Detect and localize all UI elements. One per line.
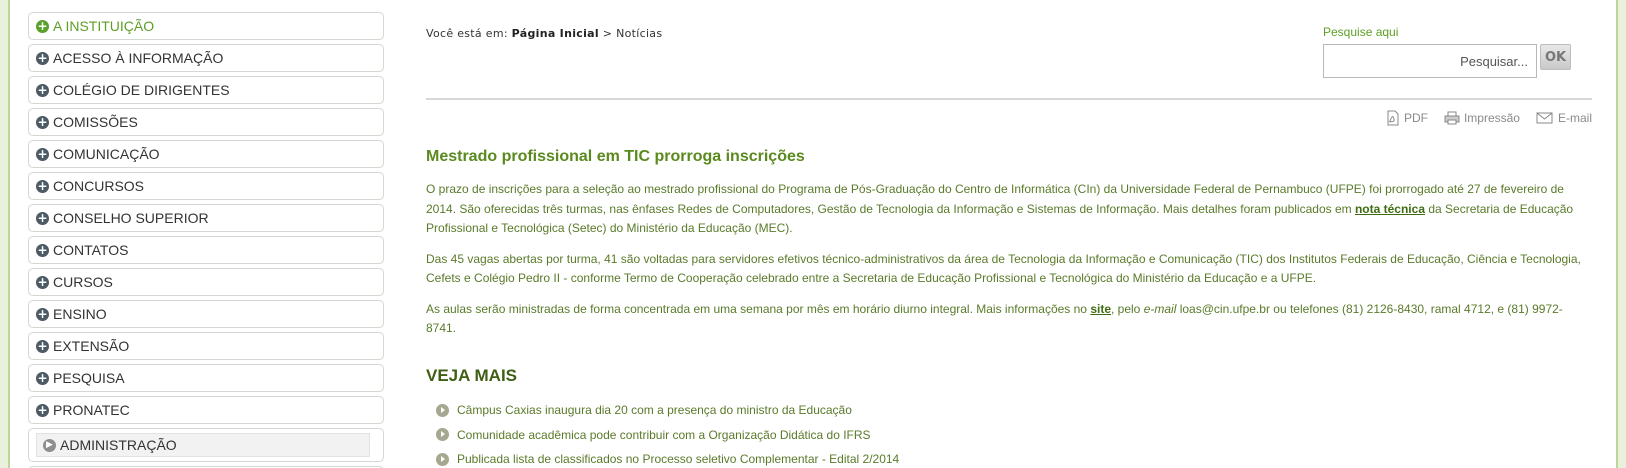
breadcrumb-home-link[interactable]: Página Inicial: [512, 27, 599, 40]
article-text: As aulas serão ministradas de forma conc…: [426, 301, 1091, 316]
article-text: , pelo: [1111, 301, 1144, 316]
sidebar-item-label: ACESSO À INFORMAÇÃO: [53, 50, 224, 66]
sidebar-item-cursos[interactable]: + CURSOS: [28, 268, 384, 296]
veja-mais-title: VEJA MAIS: [426, 366, 518, 385]
plus-circle-icon: +: [36, 274, 49, 289]
sidebar-item-label: COLÉGIO DE DIRIGENTES: [53, 82, 230, 98]
plus-circle-icon: +: [36, 370, 49, 385]
main-content: Você está em: Página Inicial > Notícias …: [426, 0, 1592, 468]
sidebar-item-a-instituicao[interactable]: + A INSTITUIÇÃO: [28, 12, 384, 40]
article-paragraph-2: Das 45 vagas abertas por turma, 41 são v…: [426, 251, 1581, 286]
arrow-bullet-icon: [436, 403, 449, 417]
header-divider: [426, 98, 1592, 100]
arrow-bullet-icon: [436, 452, 449, 466]
veja-mais-list: Câmpus Caxias inaugura dia 20 com a pres…: [436, 398, 899, 468]
sidebar-item-label: COMISSÕES: [53, 114, 138, 130]
plus-circle-icon: +: [36, 178, 49, 193]
sidebar-item-label: EXTENSÃO: [53, 338, 130, 354]
breadcrumb: Você está em: Página Inicial > Notícias: [426, 27, 662, 40]
plus-circle-icon: +: [36, 114, 49, 129]
sidebar-item-label: CURSOS: [53, 274, 113, 290]
pdf-label: PDF: [1403, 111, 1428, 125]
plus-circle-icon: +: [36, 242, 49, 257]
sidebar-item-comunicacao[interactable]: + COMUNICAÇÃO: [28, 140, 384, 168]
plus-circle-icon: +: [36, 338, 49, 353]
plus-circle-icon: +: [36, 402, 49, 417]
sidebar-item-label: A INSTITUIÇÃO: [53, 18, 155, 34]
sidebar-item-contatos[interactable]: + CONTATOS: [28, 236, 384, 264]
sidebar-menu: + A INSTITUIÇÃO + ACESSO À INFORMAÇÃO + …: [28, 12, 384, 468]
site-link[interactable]: site: [1090, 302, 1111, 316]
search-ok-button[interactable]: OK: [1540, 44, 1571, 70]
plus-circle-icon: +: [36, 146, 49, 161]
email-link[interactable]: E-mail: [1536, 110, 1592, 126]
plus-circle-icon: +: [36, 82, 49, 97]
plus-circle-icon: +: [36, 50, 49, 65]
sidebar-item-label: CONTATOS: [53, 242, 129, 258]
sidebar-item-comissoes[interactable]: + COMISSÕES: [28, 108, 384, 136]
sidebar-item-label: COMUNICAÇÃO: [53, 146, 160, 162]
sidebar-item-administracao[interactable]: ▶ ADMINISTRAÇÃO: [28, 428, 384, 462]
sidebar-item-label: PRONATEC: [53, 402, 130, 418]
nota-tecnica-link[interactable]: nota técnica: [1355, 202, 1425, 216]
breadcrumb-prefix: Você está em:: [426, 27, 508, 40]
article-paragraph-1: O prazo de inscrições para a seleção ao …: [426, 180, 1592, 239]
breadcrumb-current: Notícias: [616, 27, 663, 40]
sidebar-item-label: CONSELHO SUPERIOR: [53, 210, 209, 226]
veja-mais-item[interactable]: Câmpus Caxias inaugura dia 20 com a pres…: [436, 398, 899, 423]
veja-mais-item-label: Publicada lista de classificados no Proc…: [457, 452, 900, 467]
email-label: E-mail: [1557, 111, 1592, 125]
sidebar-item-ensino[interactable]: + ENSINO: [28, 300, 384, 328]
sidebar-item-concursos[interactable]: + CONCURSOS: [28, 172, 384, 200]
sidebar-item-label: PESQUISA: [53, 370, 125, 386]
veja-mais-item-label: Câmpus Caxias inaugura dia 20 com a pres…: [457, 403, 852, 418]
arrow-circle-icon: ▶: [43, 438, 56, 452]
article-text-emphasis: e-mail: [1143, 301, 1177, 316]
veja-mais-item-label: Comunidade acadêmica pode contribuir com…: [457, 427, 871, 442]
plus-circle-icon: +: [36, 18, 49, 33]
sidebar-item-acesso-a-informacao[interactable]: + ACESSO À INFORMAÇÃO: [28, 44, 384, 72]
search-input[interactable]: [1323, 44, 1537, 78]
sidebar-item-administracao-inner: ▶ ADMINISTRAÇÃO: [36, 433, 370, 457]
sidebar-item-colegio-de-dirigentes[interactable]: + COLÉGIO DE DIRIGENTES: [28, 76, 384, 104]
sidebar-item-pesquisa[interactable]: + PESQUISA: [28, 364, 384, 392]
sidebar-item-pronatec[interactable]: + PRONATEC: [28, 396, 384, 424]
breadcrumb-separator: >: [602, 27, 613, 40]
article-paragraph-3: As aulas serão ministradas de forma conc…: [426, 300, 1592, 339]
printer-icon: [1444, 111, 1460, 125]
print-link[interactable]: Impressão: [1444, 110, 1520, 126]
pdf-icon: [1387, 110, 1399, 126]
veja-mais-item[interactable]: Publicada lista de classificados no Proc…: [436, 447, 899, 468]
sidebar-item-extensao[interactable]: + EXTENSÃO: [28, 332, 384, 360]
pdf-link[interactable]: PDF: [1386, 110, 1428, 126]
article-body: O prazo de inscrições para a seleção ao …: [426, 180, 1592, 350]
sidebar-item-conselho-superior[interactable]: + CONSELHO SUPERIOR: [28, 204, 384, 232]
plus-circle-icon: +: [36, 306, 49, 321]
search-label: Pesquise aqui: [1323, 25, 1399, 39]
arrow-bullet-icon: [436, 428, 449, 442]
print-label: Impressão: [1463, 111, 1520, 125]
veja-mais-item[interactable]: Comunidade acadêmica pode contribuir com…: [436, 423, 899, 448]
article-tools: PDF Impressão E-mail: [1386, 110, 1592, 126]
sidebar-item-label: CONCURSOS: [53, 178, 145, 194]
article-title: Mestrado profissional em TIC prorroga in…: [426, 148, 805, 165]
sidebar-item-label: ADMINISTRAÇÃO: [60, 437, 177, 453]
sidebar-item-label: ENSINO: [53, 306, 107, 322]
envelope-icon: [1536, 112, 1553, 124]
plus-circle-icon: +: [36, 210, 49, 225]
